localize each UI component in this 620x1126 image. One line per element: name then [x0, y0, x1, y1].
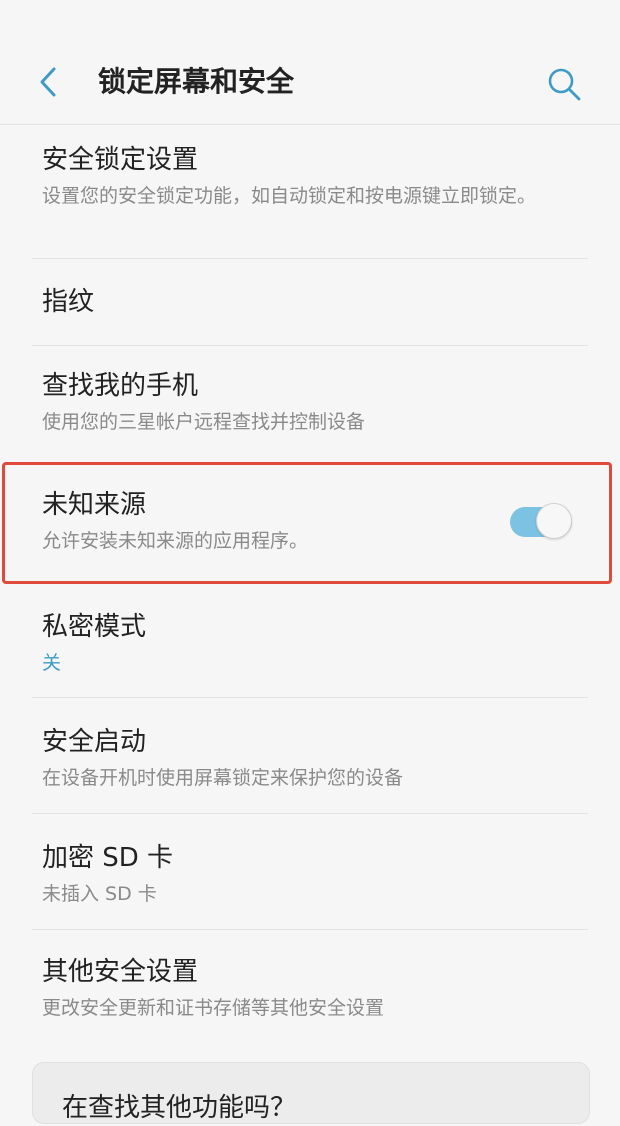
settings-list: 安全锁定设置 设置您的安全锁定功能，如自动锁定和按电源键立即锁定。 指纹 查找我…: [0, 124, 620, 1042]
search-icon: [548, 68, 581, 101]
back-button[interactable]: [28, 58, 68, 106]
list-item-secure-startup[interactable]: 安全启动 在设备开机时使用屏幕锁定来保护您的设备: [0, 698, 620, 813]
toggle-thumb: [536, 503, 572, 539]
item-title: 未知来源: [42, 490, 147, 520]
item-status: 关: [42, 652, 62, 674]
chevron-left-icon: [40, 67, 56, 97]
list-item-fingerprint[interactable]: 指纹: [0, 259, 620, 345]
item-subtitle: 设置您的安全锁定功能，如自动锁定和按电源键立即锁定。: [42, 185, 537, 207]
item-title: 其他安全设置: [42, 957, 199, 987]
item-title: 加密 SD 卡: [42, 843, 174, 873]
unknown-sources-toggle[interactable]: [510, 503, 574, 539]
item-subtitle: 未插入 SD 卡: [42, 883, 157, 905]
list-item-encrypt-sd-card[interactable]: 加密 SD 卡 未插入 SD 卡: [0, 814, 620, 929]
list-item-find-my-mobile[interactable]: 查找我的手机 使用您的三星帐户远程查找并控制设备: [0, 346, 620, 458]
app-bar: 锁定屏幕和安全: [0, 0, 620, 125]
card-title: 在查找其他功能吗？: [62, 1093, 297, 1123]
item-title: 安全锁定设置: [42, 145, 199, 175]
item-title: 查找我的手机: [42, 371, 199, 401]
list-item-unknown-sources[interactable]: 未知来源 允许安装未知来源的应用程序。: [0, 459, 620, 581]
list-item-private-mode[interactable]: 私密模式 关: [0, 581, 620, 697]
page-title: 锁定屏幕和安全: [98, 65, 295, 98]
item-subtitle: 使用您的三星帐户远程查找并控制设备: [42, 411, 366, 433]
list-item-other-security-settings[interactable]: 其他安全设置 更改安全更新和证书存储等其他安全设置: [0, 930, 620, 1042]
item-title: 指纹: [42, 287, 95, 317]
item-subtitle: 在设备开机时使用屏幕锁定来保护您的设备: [42, 767, 404, 789]
list-item-security-lock-settings[interactable]: 安全锁定设置 设置您的安全锁定功能，如自动锁定和按电源键立即锁定。: [0, 124, 620, 258]
search-button[interactable]: [540, 60, 588, 108]
item-subtitle: 允许安装未知来源的应用程序。: [42, 530, 309, 552]
item-title: 私密模式: [42, 612, 147, 642]
item-subtitle: 更改安全更新和证书存储等其他安全设置: [42, 997, 385, 1019]
item-title: 安全启动: [42, 727, 147, 757]
